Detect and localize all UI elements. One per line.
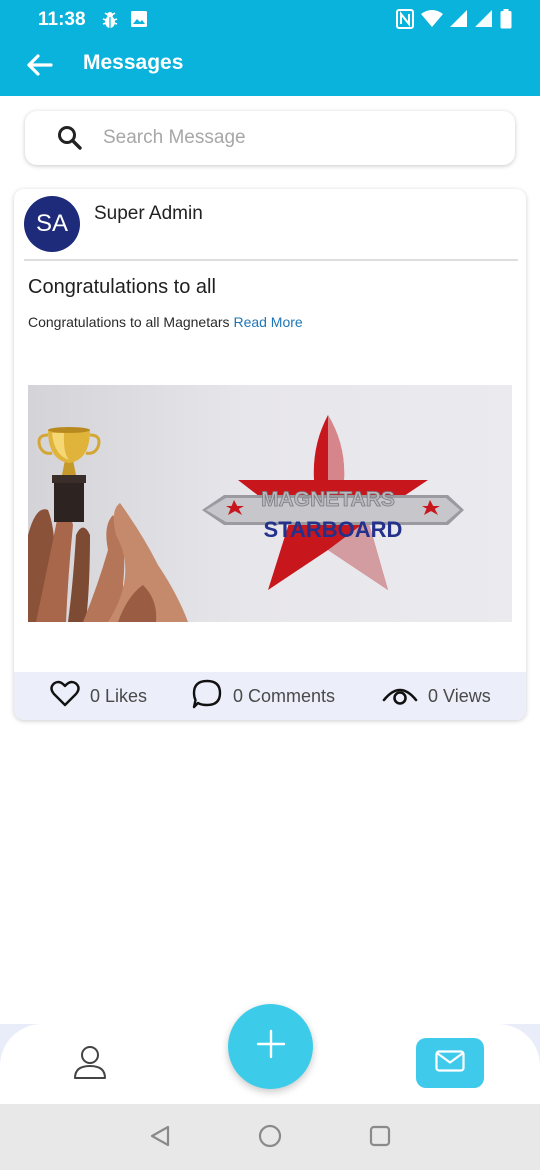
- avatar: SA: [24, 196, 80, 252]
- system-back-button[interactable]: [146, 1124, 174, 1152]
- system-home-button[interactable]: [256, 1124, 284, 1152]
- nfc-icon: [396, 9, 414, 34]
- search-bar: [25, 111, 515, 165]
- post-title: Congratulations to all: [28, 276, 216, 298]
- image-icon: [130, 10, 148, 35]
- card-divider: [24, 259, 518, 261]
- trophy-hands-illustration: [28, 427, 188, 622]
- status-time: 11:38: [38, 9, 86, 30]
- system-nav-bar: [0, 1104, 540, 1170]
- logo-line1: MAGNETARS: [261, 488, 395, 511]
- likes-count: 0 Likes: [90, 685, 148, 706]
- views-count: 0 Views: [428, 685, 491, 706]
- likes-stat[interactable]: 0 Likes: [50, 672, 147, 720]
- signal-icon: [450, 10, 468, 33]
- recents-square-icon: [368, 1124, 392, 1153]
- toolbar: Messages: [0, 40, 540, 96]
- wifi-icon: [421, 10, 443, 33]
- author-name: Super Admin: [94, 203, 203, 224]
- profile-nav-button[interactable]: [66, 1042, 114, 1086]
- read-more-link[interactable]: Read More: [233, 314, 302, 330]
- home-circle-icon: [257, 1123, 283, 1154]
- logo-line2: STARBOARD: [264, 517, 403, 542]
- search-input[interactable]: [103, 111, 493, 165]
- search-icon: [57, 125, 83, 156]
- app-bar: 11:38 Messages: [0, 0, 540, 96]
- comments-stat[interactable]: 0 Comments: [191, 672, 335, 720]
- back-button[interactable]: [22, 50, 56, 84]
- starboard-logo: MAGNETARS STARBOARD: [202, 415, 464, 590]
- heart-icon: [50, 680, 80, 713]
- user-icon: [72, 1044, 108, 1085]
- mail-icon: [435, 1049, 465, 1077]
- status-notification-icons: [100, 10, 148, 35]
- excerpt-text: Congratulations to all Magnetars: [28, 314, 230, 330]
- status-bar: 11:38: [0, 0, 540, 40]
- bug-icon: [100, 10, 120, 35]
- page-title: Messages: [83, 51, 184, 74]
- add-message-button[interactable]: [228, 1004, 313, 1089]
- views-stat[interactable]: 0 Views: [382, 672, 491, 720]
- message-card[interactable]: SA Super Admin Congratulations to all Co…: [14, 189, 526, 720]
- back-triangle-icon: [148, 1124, 172, 1153]
- post-image[interactable]: MAGNETARS STARBOARD: [28, 385, 512, 622]
- system-recents-button[interactable]: [366, 1124, 394, 1152]
- battery-icon: [500, 9, 512, 34]
- arrow-left-icon: [25, 53, 53, 82]
- comment-bubble-icon: [191, 678, 223, 715]
- card-footer: 0 Likes 0 Comments 0 Views: [14, 672, 526, 720]
- status-system-icons: [396, 9, 512, 34]
- messages-nav-button[interactable]: [416, 1038, 484, 1088]
- signal-icon: [475, 10, 493, 33]
- eye-icon: [382, 682, 418, 711]
- plus-icon: [256, 1029, 286, 1064]
- post-excerpt: Congratulations to all Magnetars Read Mo…: [28, 314, 303, 330]
- comments-count: 0 Comments: [233, 685, 336, 706]
